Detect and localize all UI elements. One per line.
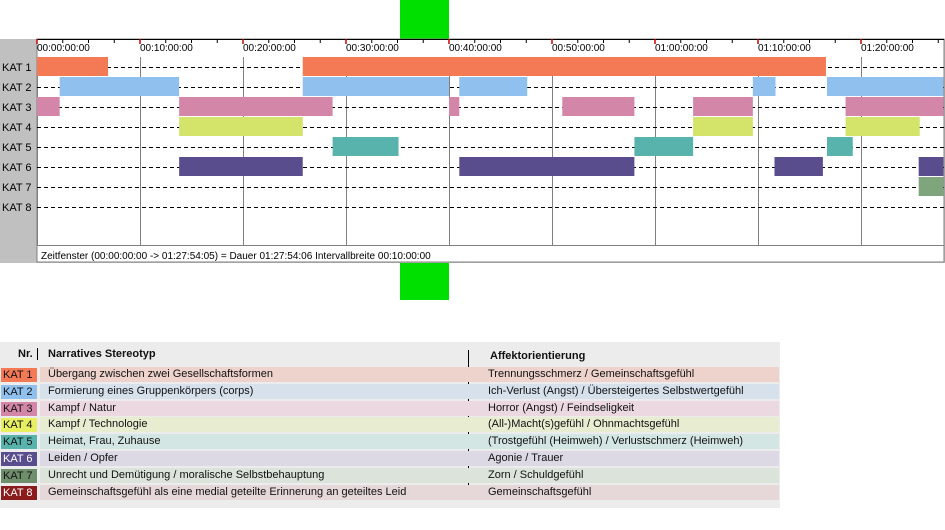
legend-affekt-text: Agonie / Trauer bbox=[488, 452, 564, 464]
tick-label: 00:40:00:00 bbox=[449, 43, 502, 54]
legend-affekt-text: Trennungsschmerz / Gemeinschaftsgefühl bbox=[488, 368, 695, 380]
interval-bar bbox=[37, 97, 60, 116]
tick-label: 01:00:00:00 bbox=[655, 43, 708, 54]
legend-kat-badge: KAT 8 bbox=[1, 485, 37, 500]
legend-row: KAT 7 Unrecht und Demütigung / moralische… bbox=[0, 467, 780, 484]
category-legend: Nr. Narratives Stereotyp Affektorientier… bbox=[0, 342, 780, 508]
category-label: KAT 5 bbox=[2, 142, 32, 154]
interval-bar bbox=[918, 177, 944, 196]
legend-stereotyp-text: Gemeinschaftsgefühl als eine medial gete… bbox=[48, 485, 407, 498]
tick-label: 00:10:00:00 bbox=[140, 43, 193, 54]
tick-label: 00:00:00:00 bbox=[37, 43, 90, 54]
timeline-chart: 00:00:00:00 00:10:00:00 00:20:00:00 00:30:0… bbox=[0, 38, 945, 263]
interval-bar bbox=[302, 57, 826, 76]
legend-row-band bbox=[40, 451, 779, 466]
legend-row: KAT 6 Leiden / Opfer Agonie / Trauer bbox=[0, 451, 780, 467]
interval-bar bbox=[827, 137, 853, 156]
legend-row-band bbox=[40, 400, 779, 416]
legend-affekt-text: (All-)Macht(s)gefühl / Ohnmachtsgefühl bbox=[488, 418, 680, 431]
interval-bar bbox=[179, 157, 303, 176]
legend-row: KAT 4 Kampf / Technologie (All-)Macht(s)ge… bbox=[0, 417, 780, 433]
legend-header-stereotyp: Narratives Stereotyp bbox=[48, 348, 156, 360]
legend-kat-badge: KAT 6 bbox=[1, 452, 37, 466]
legend-header-divider bbox=[37, 348, 38, 360]
interval-bar bbox=[845, 117, 920, 136]
interval-bar bbox=[752, 77, 776, 96]
legend-stereotyp-text: Formierung eines Gruppenkörpers (corps) bbox=[48, 384, 254, 397]
legend-affekt-text: Zorn / Schuldgefühl bbox=[488, 468, 584, 481]
legend-stereotyp-text: Kampf / Technologie bbox=[48, 418, 148, 431]
category-label: KAT 8 bbox=[2, 202, 32, 214]
interval-bar bbox=[459, 157, 635, 176]
interval-bar bbox=[562, 97, 635, 116]
legend-affekt-text: Ich-Verlust (Angst) / Übersteigertes Sel… bbox=[488, 384, 744, 397]
legend-kat-badge: KAT 1 bbox=[1, 368, 37, 382]
interval-bar bbox=[634, 137, 694, 156]
legend-stereotyp-text: Übergang zwischen zwei Gesellschaftsform… bbox=[48, 368, 273, 380]
legend-affekt-text: (Trostgefühl (Heimweh) / Verlustschmerz … bbox=[488, 435, 744, 448]
tick-label: 00:50:00:00 bbox=[552, 43, 605, 54]
tick-label: 01:10:00:00 bbox=[758, 43, 811, 54]
legend-affekt-text: Horror (Angst) / Feindseligkeit bbox=[488, 401, 635, 414]
green-marker-bottom bbox=[400, 262, 449, 300]
interval-bar bbox=[774, 157, 823, 176]
legend-kat-badge: KAT 4 bbox=[1, 418, 37, 433]
interval-bar bbox=[918, 157, 944, 176]
interval-bar bbox=[449, 97, 460, 116]
legend-stereotyp-text: Unrecht und Demütigung / moralische Selb… bbox=[48, 468, 325, 481]
legend-kat-badge: KAT 2 bbox=[1, 384, 37, 399]
legend-row: KAT 2 Formierung eines Gruppenkörpers (co… bbox=[0, 383, 780, 400]
legend-row: KAT 1 Übergang zwischen zwei Gesellschaft… bbox=[0, 367, 780, 383]
interval-bar bbox=[332, 137, 399, 156]
interval-bar bbox=[827, 77, 944, 96]
category-label: KAT 2 bbox=[2, 82, 32, 94]
interval-bar bbox=[693, 97, 753, 116]
interval-bar bbox=[845, 97, 944, 116]
category-label: KAT 7 bbox=[2, 182, 32, 194]
legend-row: KAT 3 Kampf / Natur Horror (Angst) / Feind… bbox=[0, 400, 780, 417]
category-label: KAT 3 bbox=[2, 102, 32, 114]
tick-label: 00:20:00:00 bbox=[243, 43, 296, 54]
category-label: KAT 6 bbox=[2, 162, 32, 174]
legend-row: KAT 5 Heimat, Frau, Zuhause (Trostgefühl (… bbox=[0, 434, 780, 450]
legend-header-affekt: Affektorientierung bbox=[490, 350, 586, 362]
legend-row: KAT 8 Gemeinschaftsgefühl als eine medial… bbox=[0, 484, 780, 501]
category-label: KAT 4 bbox=[2, 122, 32, 134]
tick-label: 00:30:00:00 bbox=[346, 43, 399, 54]
status-text: Zeitfenster (00:00:00:00 -> 01:27:54:05)… bbox=[41, 251, 431, 262]
legend-header-nr: Nr. bbox=[18, 348, 33, 360]
interval-bar bbox=[693, 117, 753, 136]
legend-kat-badge: KAT 3 bbox=[1, 401, 37, 416]
legend-stereotyp-text: Leiden / Opfer bbox=[48, 452, 118, 464]
interval-bar bbox=[37, 57, 109, 76]
interval-bar bbox=[459, 77, 528, 96]
legend-affekt-text: Gemeinschaftsgefühl bbox=[488, 485, 592, 498]
interval-bar bbox=[179, 117, 303, 136]
legend-kat-badge: KAT 5 bbox=[1, 435, 37, 450]
interval-bar bbox=[179, 97, 333, 116]
legend-kat-badge: KAT 7 bbox=[1, 468, 37, 483]
interval-bar bbox=[302, 77, 449, 96]
legend-stereotyp-text: Heimat, Frau, Zuhause bbox=[48, 435, 161, 448]
tick-label: 01:20:00:00 bbox=[861, 43, 914, 54]
interval-bar bbox=[59, 77, 180, 96]
legend-stereotyp-text: Kampf / Natur bbox=[48, 401, 116, 414]
category-label: KAT 1 bbox=[2, 62, 32, 74]
